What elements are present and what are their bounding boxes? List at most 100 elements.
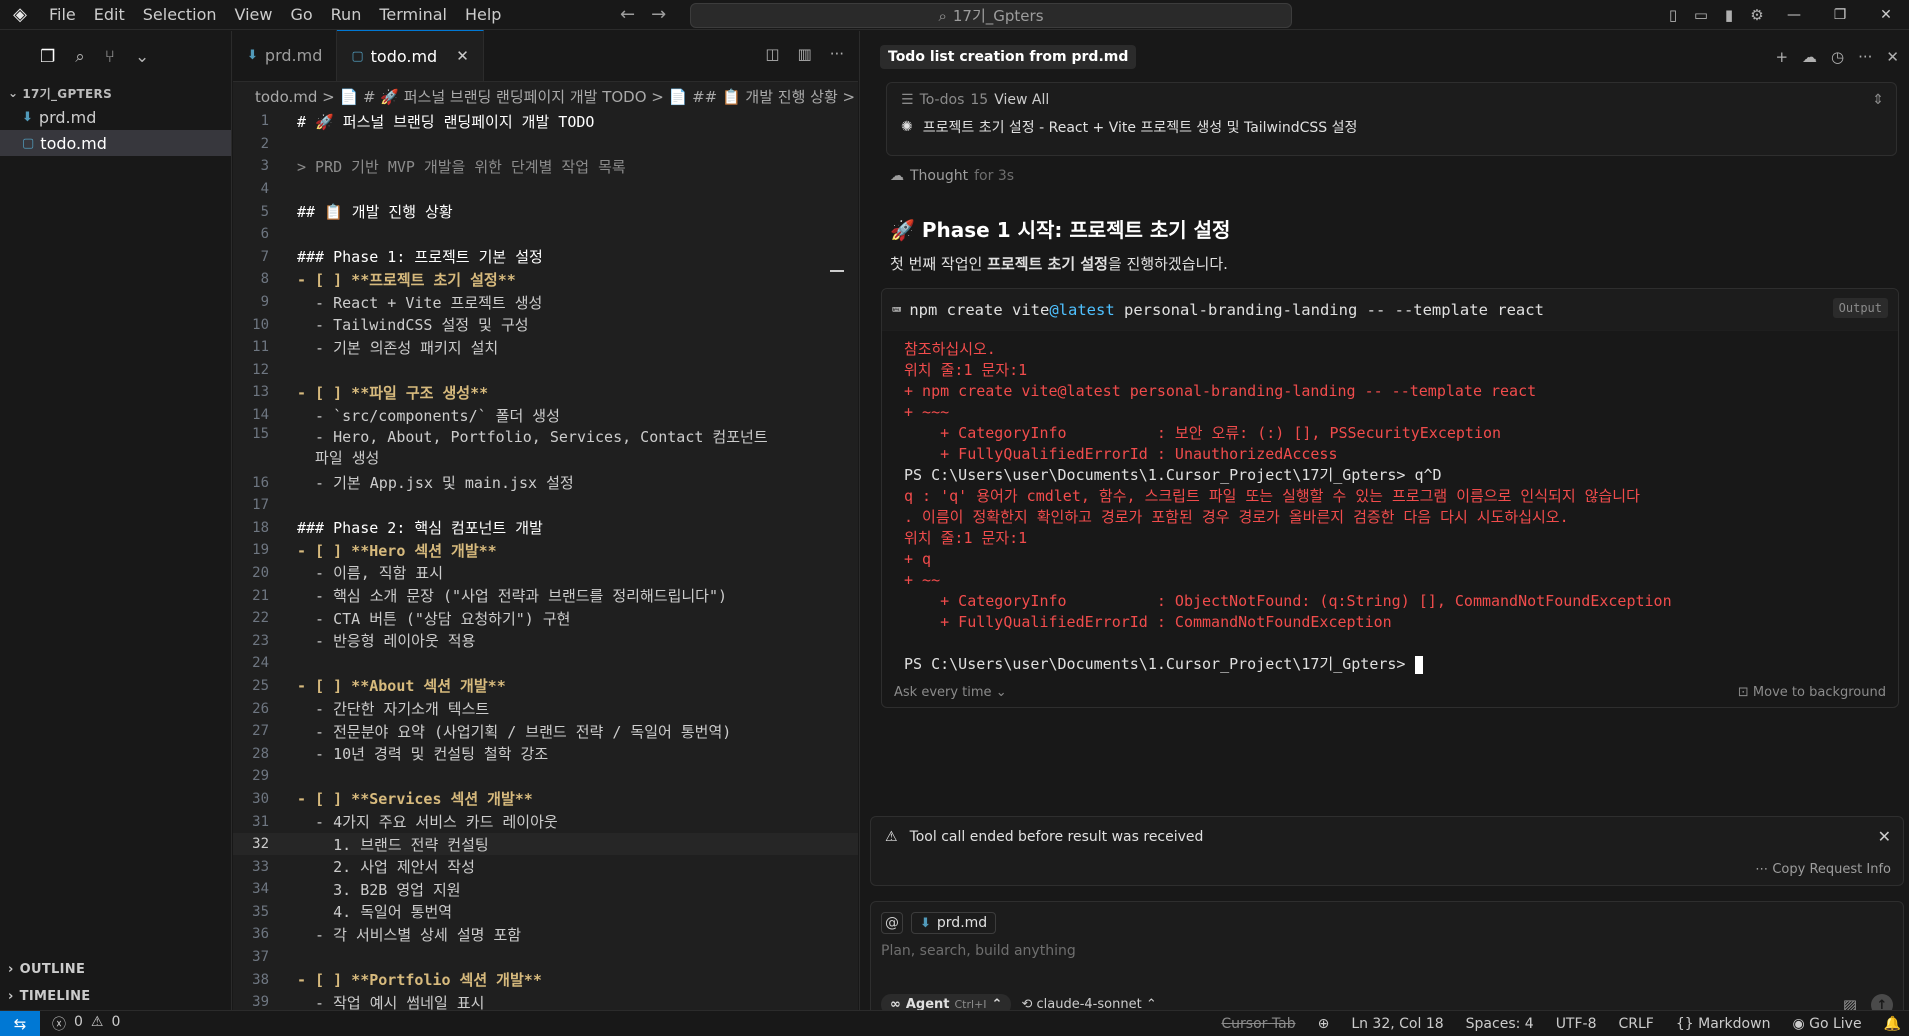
code-line[interactable]: 10 - TailwindCSS 설정 및 구성 bbox=[233, 313, 858, 336]
tab-todo[interactable]: ▢ todo.md ✕ bbox=[337, 30, 484, 81]
toggle-panel-icon[interactable]: ▭ bbox=[1687, 0, 1715, 30]
code-line[interactable]: 5 ## 📋 개발 진행 상황 bbox=[233, 200, 858, 223]
code-line[interactable]: 23 - 반응형 레이아웃 적용 bbox=[233, 629, 858, 652]
code-line[interactable]: 35 4. 독일어 통번역 bbox=[233, 901, 858, 924]
dismiss-warning-icon[interactable]: ✕ bbox=[1878, 827, 1891, 846]
code-line[interactable]: 13 - [ ] **파일 구조 생성** bbox=[233, 381, 858, 404]
menu-item-file[interactable]: File bbox=[40, 5, 85, 24]
code-line[interactable]: 24 bbox=[233, 652, 858, 675]
code-line[interactable]: 28 - 10년 경력 및 컨설팅 철학 강조 bbox=[233, 742, 858, 765]
file-item-prd[interactable]: ⬇ prd.md bbox=[0, 104, 231, 130]
open-preview-icon[interactable]: ◫ bbox=[765, 45, 779, 63]
code-line[interactable]: 4 bbox=[233, 178, 858, 201]
code-line[interactable]: 33 2. 사업 제안서 작성 bbox=[233, 855, 858, 878]
menu-item-terminal[interactable]: Terminal bbox=[370, 5, 456, 24]
toggle-sidebar-icon[interactable]: ▯ bbox=[1659, 0, 1687, 30]
file-item-todo[interactable]: ▢ todo.md bbox=[0, 130, 231, 156]
toggle-secondary-sidebar-icon[interactable]: ▮ bbox=[1715, 0, 1743, 30]
thought-indicator[interactable]: ☁ Thought for 3s bbox=[860, 156, 1909, 184]
menu-item-go[interactable]: Go bbox=[281, 5, 321, 24]
breadcrumb[interactable]: todo.md > 📄 # 🚀 퍼스널 브랜딩 랜딩페이지 개발 TODO > … bbox=[233, 82, 858, 110]
language-mode[interactable]: {} Markdown bbox=[1676, 1016, 1771, 1032]
code-line[interactable]: 34 3. B2B 영업 지원 bbox=[233, 878, 858, 901]
menu-item-help[interactable]: Help bbox=[456, 5, 510, 24]
code-line[interactable]: 7 ### Phase 1: 프로젝트 기본 설정 bbox=[233, 246, 858, 269]
encoding[interactable]: UTF-8 bbox=[1556, 1016, 1597, 1032]
forward-arrow-icon[interactable]: → bbox=[651, 4, 666, 25]
output-badge[interactable]: Output bbox=[1832, 298, 1888, 318]
source-control-icon[interactable]: ⑂ bbox=[105, 47, 115, 67]
code-line[interactable]: 6 bbox=[233, 223, 858, 246]
code-line[interactable]: 27 - 전문분야 요약 (사업기획 / 브랜드 전략 / 독일어 통번역) bbox=[233, 720, 858, 743]
code-line[interactable]: 9 - React + Vite 프로젝트 생성 bbox=[233, 291, 858, 314]
cloud-icon[interactable]: ☁ bbox=[1802, 48, 1817, 66]
code-line[interactable]: 31 - 4가지 주요 서비스 카드 레이아웃 bbox=[233, 810, 858, 833]
code-line[interactable]: 16 - 기본 App.jsx 및 main.jsx 설정 bbox=[233, 471, 858, 494]
code-line[interactable]: 38 - [ ] **Portfolio 섹션 개발** bbox=[233, 968, 858, 991]
code-line[interactable]: 21 - 핵심 소개 문장 ("사업 전략과 브랜드를 정리해드립니다") bbox=[233, 584, 858, 607]
chat-input[interactable]: Plan, search, build anything bbox=[871, 934, 1903, 959]
code-line[interactable]: 18 ### Phase 2: 핵심 컴포넌트 개발 bbox=[233, 517, 858, 540]
code-line[interactable]: 30 - [ ] **Services 섹션 개발** bbox=[233, 788, 858, 811]
split-editor-icon[interactable]: ▥ bbox=[798, 45, 812, 63]
chevron-down-icon[interactable]: ⌄ bbox=[135, 47, 149, 67]
code-line[interactable]: 17 bbox=[233, 494, 858, 517]
files-icon[interactable]: ❐ bbox=[40, 47, 55, 67]
menu-item-run[interactable]: Run bbox=[322, 5, 371, 24]
code-line[interactable]: 36 - 각 서비스별 상세 설명 포함 bbox=[233, 923, 858, 946]
cursor-position[interactable]: Ln 32, Col 18 bbox=[1351, 1016, 1443, 1032]
code-line[interactable]: 1 # 🚀 퍼스널 브랜딩 랜딩페이지 개발 TODO bbox=[233, 110, 858, 133]
code-line[interactable]: 20 - 이름, 직함 표시 bbox=[233, 562, 858, 585]
view-all-link[interactable]: View All bbox=[994, 92, 1049, 108]
menu-item-edit[interactable]: Edit bbox=[85, 5, 134, 24]
remote-indicator-icon[interactable]: ⇆ bbox=[0, 1010, 40, 1036]
ask-every-time-dropdown[interactable]: Ask every time ⌄ bbox=[894, 685, 1007, 700]
more-icon[interactable]: ··· bbox=[1858, 48, 1872, 66]
code-line[interactable]: 26 - 간단한 자기소개 텍스트 bbox=[233, 697, 858, 720]
copy-request-info-button[interactable]: ⋯ Copy Request Info bbox=[1755, 862, 1891, 877]
code-line[interactable]: 14 - `src/components/` 폴더 생성 bbox=[233, 404, 858, 427]
code-line[interactable]: 32 1. 브랜드 전략 컨설팅 bbox=[233, 832, 858, 856]
settings-gear-icon[interactable]: ⚙ bbox=[1743, 0, 1771, 30]
menu-item-selection[interactable]: Selection bbox=[134, 5, 226, 24]
code-line[interactable]: 11 - 기본 의존성 패키지 설치 bbox=[233, 336, 858, 359]
restore-button[interactable]: ❐ bbox=[1817, 0, 1863, 30]
code-line[interactable]: 37 bbox=[233, 946, 858, 969]
code-line[interactable]: 2 bbox=[233, 133, 858, 156]
go-live-button[interactable]: ◉ Go Live bbox=[1792, 1016, 1861, 1032]
command-center-search[interactable]: ⌕ 17기_Gpters bbox=[690, 3, 1292, 28]
indentation[interactable]: Spaces: 4 bbox=[1466, 1016, 1534, 1032]
move-to-background-button[interactable]: ⊡ Move to background bbox=[1738, 685, 1886, 700]
new-chat-icon[interactable]: + bbox=[1775, 48, 1788, 66]
code-line[interactable]: 3 > PRD 기반 MVP 개발을 위한 단계별 작업 목록 bbox=[233, 155, 858, 178]
code-area[interactable]: 1 # 🚀 퍼스널 브랜딩 랜딩페이지 개발 TODO 2 3 > PRD 기반 MVP… bbox=[233, 110, 858, 1014]
notifications-bell-icon[interactable]: 🔔 bbox=[1884, 1016, 1901, 1032]
problems-indicator[interactable]: ⓧ 0 ⚠ 0 bbox=[40, 1014, 120, 1034]
outline-section[interactable]: › OUTLINE bbox=[0, 956, 232, 983]
chat-title-tab[interactable]: Todo list creation from prd.md bbox=[880, 44, 1137, 69]
more-actions-icon[interactable]: ··· bbox=[830, 45, 844, 63]
code-line[interactable]: 25 - [ ] **About 섹션 개발** bbox=[233, 675, 858, 698]
close-window-button[interactable]: ✕ bbox=[1863, 0, 1909, 30]
line-ending[interactable]: CRLF bbox=[1619, 1016, 1654, 1032]
code-line[interactable]: 19 - [ ] **Hero 섹션 개발** bbox=[233, 539, 858, 562]
back-arrow-icon[interactable]: ← bbox=[620, 4, 635, 25]
menu-item-view[interactable]: View bbox=[226, 5, 282, 24]
expand-icon[interactable]: ⇕ bbox=[1872, 92, 1884, 108]
close-tab-icon[interactable]: ✕ bbox=[456, 47, 469, 65]
terminal-prompt-line[interactable]: PS C:\Users\user\Documents\1.Cursor_Proj… bbox=[904, 654, 1898, 675]
close-panel-icon[interactable]: ✕ bbox=[1886, 48, 1899, 66]
code-line[interactable]: 8 - [ ] **프로젝트 초기 설정** bbox=[233, 268, 858, 291]
code-line[interactable]: 15 - Hero, About, Portfolio, Services, C… bbox=[233, 426, 858, 471]
tab-prd[interactable]: ⬇ prd.md bbox=[233, 30, 338, 81]
code-line[interactable]: 22 - CTA 버튼 ("상담 요청하기") 구현 bbox=[233, 607, 858, 630]
code-line[interactable]: 12 bbox=[233, 359, 858, 382]
add-context-button[interactable]: @ bbox=[881, 912, 903, 934]
cursor-tab-status[interactable]: Cursor Tab bbox=[1221, 1016, 1295, 1032]
context-file-pill[interactable]: ⬇ prd.md bbox=[911, 912, 997, 934]
timeline-section[interactable]: › TIMELINE bbox=[0, 983, 232, 1010]
search-view-icon[interactable]: ⌕ bbox=[75, 47, 85, 67]
history-icon[interactable]: ◷ bbox=[1831, 48, 1844, 66]
minimize-button[interactable]: — bbox=[1771, 0, 1817, 30]
workspace-section-header[interactable]: ⌄ 17기_GPTERS bbox=[0, 82, 231, 104]
